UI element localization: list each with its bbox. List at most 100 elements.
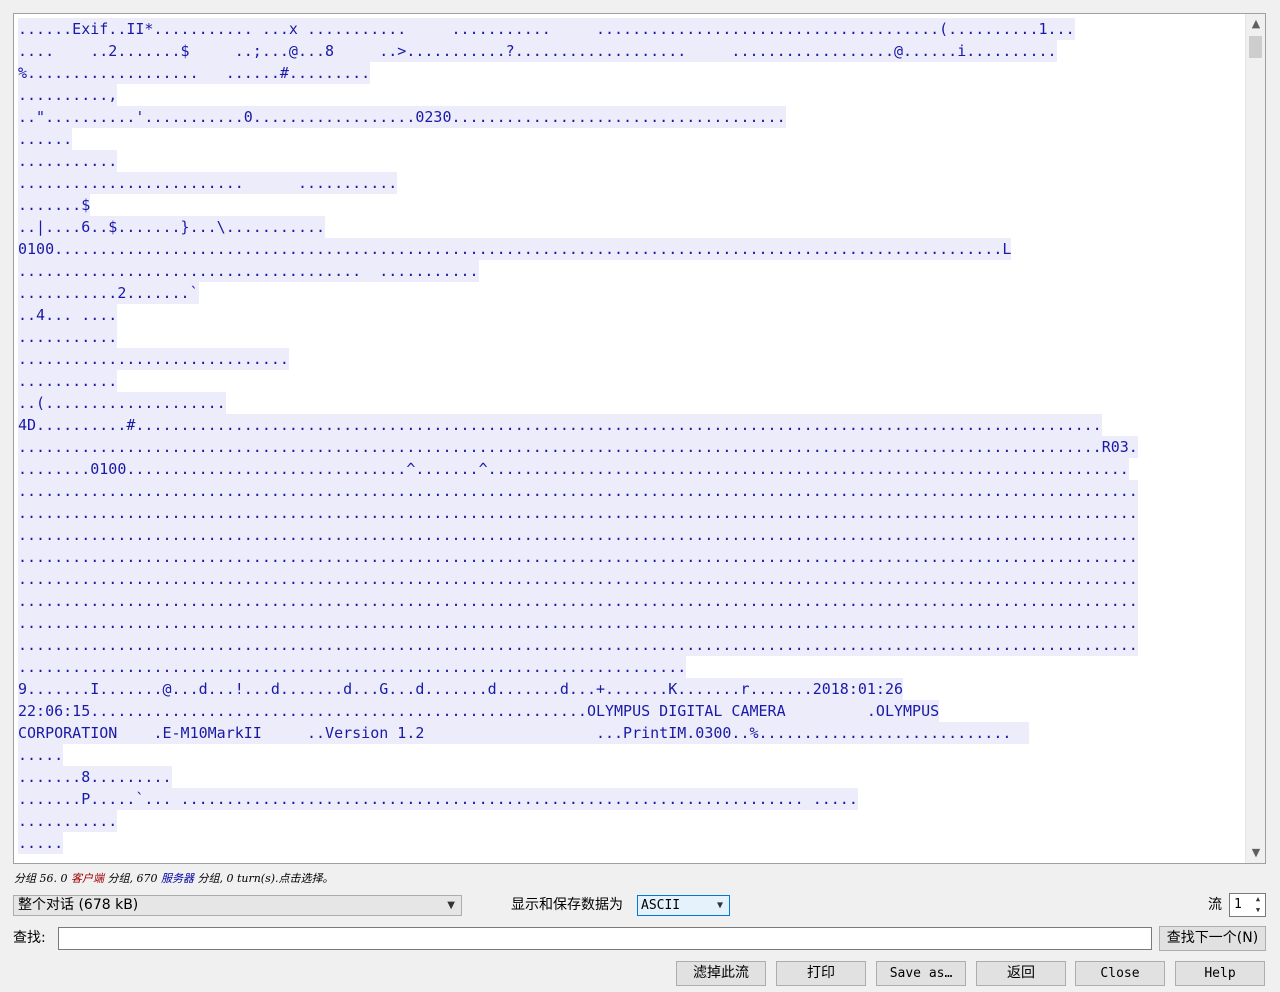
stream-line-text: ..4... .... [18, 304, 118, 326]
stream-line[interactable]: 0100....................................… [18, 238, 1240, 260]
status-suffix: 分组, 0 turn(s).点击选择。 [193, 872, 334, 885]
stream-line-text: 0100....................................… [18, 238, 1012, 260]
stream-line-text: ........0100............................… [18, 458, 1129, 480]
find-input[interactable] [58, 927, 1152, 950]
packet-status-text[interactable]: 分组 56. 0 客户端 分组, 670 服务器 分组, 0 turn(s).点… [14, 870, 334, 888]
back-button[interactable]: 返回 [976, 961, 1066, 986]
stream-line-text: ........................................… [18, 590, 1138, 612]
stream-line-text: ........................................… [18, 436, 1138, 458]
stream-line-text: .... ..2.......$ ..;...@...8 ..>........… [18, 40, 1057, 62]
stream-line-text: ...................................... .… [18, 260, 479, 282]
stream-content-view[interactable]: ......Exif..II*........... ...x ........… [13, 13, 1266, 864]
stream-line[interactable]: ...... [18, 128, 1240, 150]
stream-line-text: ........... [18, 370, 118, 392]
stream-line-text: ..... [18, 744, 64, 766]
format-select[interactable]: ASCII ▼ [637, 895, 730, 916]
stream-line[interactable]: ........... [18, 150, 1240, 172]
stream-line[interactable]: ........0100............................… [18, 458, 1240, 480]
stream-line[interactable]: ...........2.......` [18, 282, 1240, 304]
stream-line[interactable]: ..(.................... [18, 392, 1240, 414]
scroll-up-icon[interactable]: ▲ [1246, 15, 1265, 33]
filter-out-stream-button[interactable]: 滤掉此流 [676, 961, 766, 986]
conversation-select[interactable]: 整个对话 (678 kB) ▼ [13, 895, 462, 916]
close-button[interactable]: Close [1075, 961, 1165, 986]
stream-line[interactable]: ..|....6..$.......}...\........... [18, 216, 1240, 238]
stream-line[interactable]: ........... [18, 370, 1240, 392]
stream-line[interactable]: ........................................… [18, 656, 1240, 678]
status-mid: 分组, 670 [103, 872, 161, 885]
stream-line[interactable]: ......................... ........... [18, 172, 1240, 194]
stream-line[interactable]: 4D..........#...........................… [18, 414, 1240, 436]
stream-line-text: ........... [18, 150, 118, 172]
conversation-select-value: 整个对话 (678 kB) [18, 897, 139, 913]
stream-index-spinner[interactable]: 1 ▲ ▼ [1229, 893, 1266, 917]
stream-line-text: 4D..........#...........................… [18, 414, 1102, 436]
status-server-label: 服务器 [160, 872, 194, 885]
stream-line[interactable]: .."..........'...........0..............… [18, 106, 1240, 128]
stream-line-text: 9.......I.......@...d...!...d.......d...… [18, 678, 904, 700]
stream-line[interactable]: CORPORATION .E-M10MarkII ..Version 1.2 .… [18, 722, 1240, 744]
stream-line-text: ...........2.......` [18, 282, 199, 304]
stream-line-text: ........................................… [18, 524, 1138, 546]
stream-line-text: .............................. [18, 348, 289, 370]
stream-line[interactable]: ........................................… [18, 590, 1240, 612]
up-down-arrows-icon[interactable]: ▲ ▼ [1251, 894, 1265, 916]
help-button[interactable]: Help [1175, 961, 1265, 986]
scroll-thumb[interactable] [1249, 36, 1262, 58]
stream-line-text: .........., [18, 84, 118, 106]
stream-line-text: ........... [18, 326, 118, 348]
stream-line[interactable]: ...................................... .… [18, 260, 1240, 282]
scroll-down-icon[interactable]: ▼ [1246, 844, 1265, 862]
stream-line[interactable]: 22:06:15................................… [18, 700, 1240, 722]
stream-line[interactable]: .... ..2.......$ ..;...@...8 ..>........… [18, 40, 1240, 62]
stream-line[interactable]: .........., [18, 84, 1240, 106]
stream-line-text: .."..........'...........0..............… [18, 106, 786, 128]
stream-line[interactable]: ........... [18, 326, 1240, 348]
stream-line-text: 22:06:15................................… [18, 700, 940, 722]
stream-text-area[interactable]: ......Exif..II*........... ...x ........… [18, 18, 1240, 861]
stream-line[interactable]: ........................................… [18, 436, 1240, 458]
stream-line[interactable]: .......$ [18, 194, 1240, 216]
stream-line[interactable]: ..... [18, 744, 1240, 766]
stream-index-value: 1 [1234, 897, 1242, 912]
format-select-value: ASCII [641, 898, 681, 913]
stream-line-text: %................... ......#......... [18, 62, 371, 84]
stream-line[interactable]: ........................................… [18, 634, 1240, 656]
stream-line-text: CORPORATION .E-M10MarkII ..Version 1.2 .… [18, 722, 1030, 744]
stream-line-text: .......P.....`... ......................… [18, 788, 858, 810]
stream-line[interactable]: ........................................… [18, 546, 1240, 568]
save-as-button[interactable]: Save as… [876, 961, 966, 986]
stream-line[interactable]: ........................................… [18, 568, 1240, 590]
stream-line[interactable]: ..... [18, 832, 1240, 854]
stream-line-text: .......8......... [18, 766, 172, 788]
find-next-button[interactable]: 查找下一个(N) [1159, 926, 1266, 951]
stream-line[interactable]: ..4... .... [18, 304, 1240, 326]
stream-line-text: .......$ [18, 194, 91, 216]
stream-line[interactable]: ......Exif..II*........... ...x ........… [18, 18, 1240, 40]
find-label: 查找: [13, 930, 46, 946]
stream-line-text: ......Exif..II*........... ...x ........… [18, 18, 1075, 40]
stream-line[interactable]: .......8......... [18, 766, 1240, 788]
stream-line[interactable]: .............................. [18, 348, 1240, 370]
vertical-scrollbar[interactable]: ▲ ▼ [1245, 14, 1265, 863]
status-prefix: 分组 56. 0 [14, 872, 71, 885]
format-label: 显示和保存数据为 [511, 897, 623, 913]
stream-line[interactable]: ........................................… [18, 524, 1240, 546]
stream-line[interactable]: ........................................… [18, 480, 1240, 502]
stream-line-text: ...... [18, 128, 73, 150]
stream-line-text: ........................................… [18, 656, 687, 678]
stream-line-text: ..... [18, 832, 64, 854]
stream-line-text: ........................................… [18, 568, 1138, 590]
stream-line[interactable]: .......P.....`... ......................… [18, 788, 1240, 810]
stream-line[interactable]: %................... ......#......... [18, 62, 1240, 84]
stream-line[interactable]: ........................................… [18, 612, 1240, 634]
stream-line-text: ........................................… [18, 480, 1138, 502]
stream-line[interactable]: 9.......I.......@...d...!...d.......d...… [18, 678, 1240, 700]
stream-line-text: ..|....6..$.......}...\........... [18, 216, 326, 238]
stream-line[interactable]: ........................................… [18, 502, 1240, 524]
stream-line-text: ........................................… [18, 502, 1138, 524]
chevron-down-icon: ▼ [447, 900, 455, 911]
print-button[interactable]: 打印 [776, 961, 866, 986]
stream-line[interactable]: ........... [18, 810, 1240, 832]
stream-line-text: ........................................… [18, 612, 1138, 634]
